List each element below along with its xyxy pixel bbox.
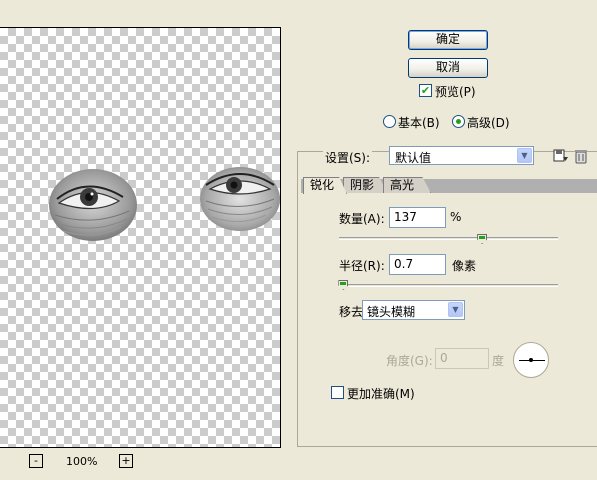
amount-input[interactable]: 137	[389, 207, 446, 228]
amount-slider[interactable]	[339, 237, 558, 240]
angle-input: 0	[435, 348, 489, 369]
amount-unit: %	[450, 210, 462, 224]
eye-left	[49, 169, 137, 241]
zoom-level: 100%	[66, 455, 98, 468]
cancel-button[interactable]: 取消	[408, 58, 488, 78]
radius-unit: 像素	[452, 259, 477, 273]
settings-group	[297, 151, 597, 447]
chevron-down-icon: ▼	[517, 148, 532, 163]
remove-value: 镜头模糊	[367, 305, 416, 319]
basic-radio-label: 基本(B)	[398, 116, 440, 130]
delete-settings-icon[interactable]	[573, 148, 589, 164]
settings-label: 设置(S):	[323, 149, 373, 166]
preview-checkbox-label: 预览(P)	[435, 85, 476, 99]
angle-dial-center	[529, 358, 533, 362]
more-accurate-checkbox[interactable]	[331, 386, 344, 399]
amount-label: 数量(A):	[339, 212, 385, 226]
advanced-radio-label: 高级(D)	[467, 116, 510, 130]
save-settings-icon[interactable]	[553, 148, 569, 164]
radius-slider[interactable]	[339, 284, 558, 287]
settings-value: 默认值	[395, 151, 432, 165]
preview-checkbox[interactable]: ✔	[419, 84, 432, 97]
angle-label: 角度(G):	[386, 354, 433, 368]
settings-dropdown[interactable]: 默认值 ▼	[389, 146, 534, 165]
radio-selected-dot	[456, 119, 461, 124]
chevron-down-icon: ▼	[448, 302, 463, 317]
angle-dial	[513, 342, 549, 378]
angle-unit: 度	[492, 354, 505, 368]
zoom-in-button[interactable]: +	[119, 454, 133, 468]
zoom-bar: - 100% +	[0, 452, 281, 472]
more-accurate-label: 更加准确(M)	[347, 387, 415, 401]
preview-canvas[interactable]	[0, 27, 281, 448]
ok-button[interactable]: 确定	[408, 30, 488, 50]
radius-input[interactable]: 0.7	[389, 254, 446, 275]
zoom-out-button[interactable]: -	[29, 454, 43, 468]
preview-image	[49, 167, 280, 241]
radius-label: 半径(R):	[339, 259, 385, 273]
advanced-radio[interactable]	[452, 115, 465, 128]
tab-strip: 锐化 阴影 高光	[301, 177, 597, 194]
eye-right	[200, 167, 280, 231]
basic-radio[interactable]	[383, 115, 396, 128]
remove-dropdown[interactable]: 镜头模糊 ▼	[362, 300, 465, 320]
